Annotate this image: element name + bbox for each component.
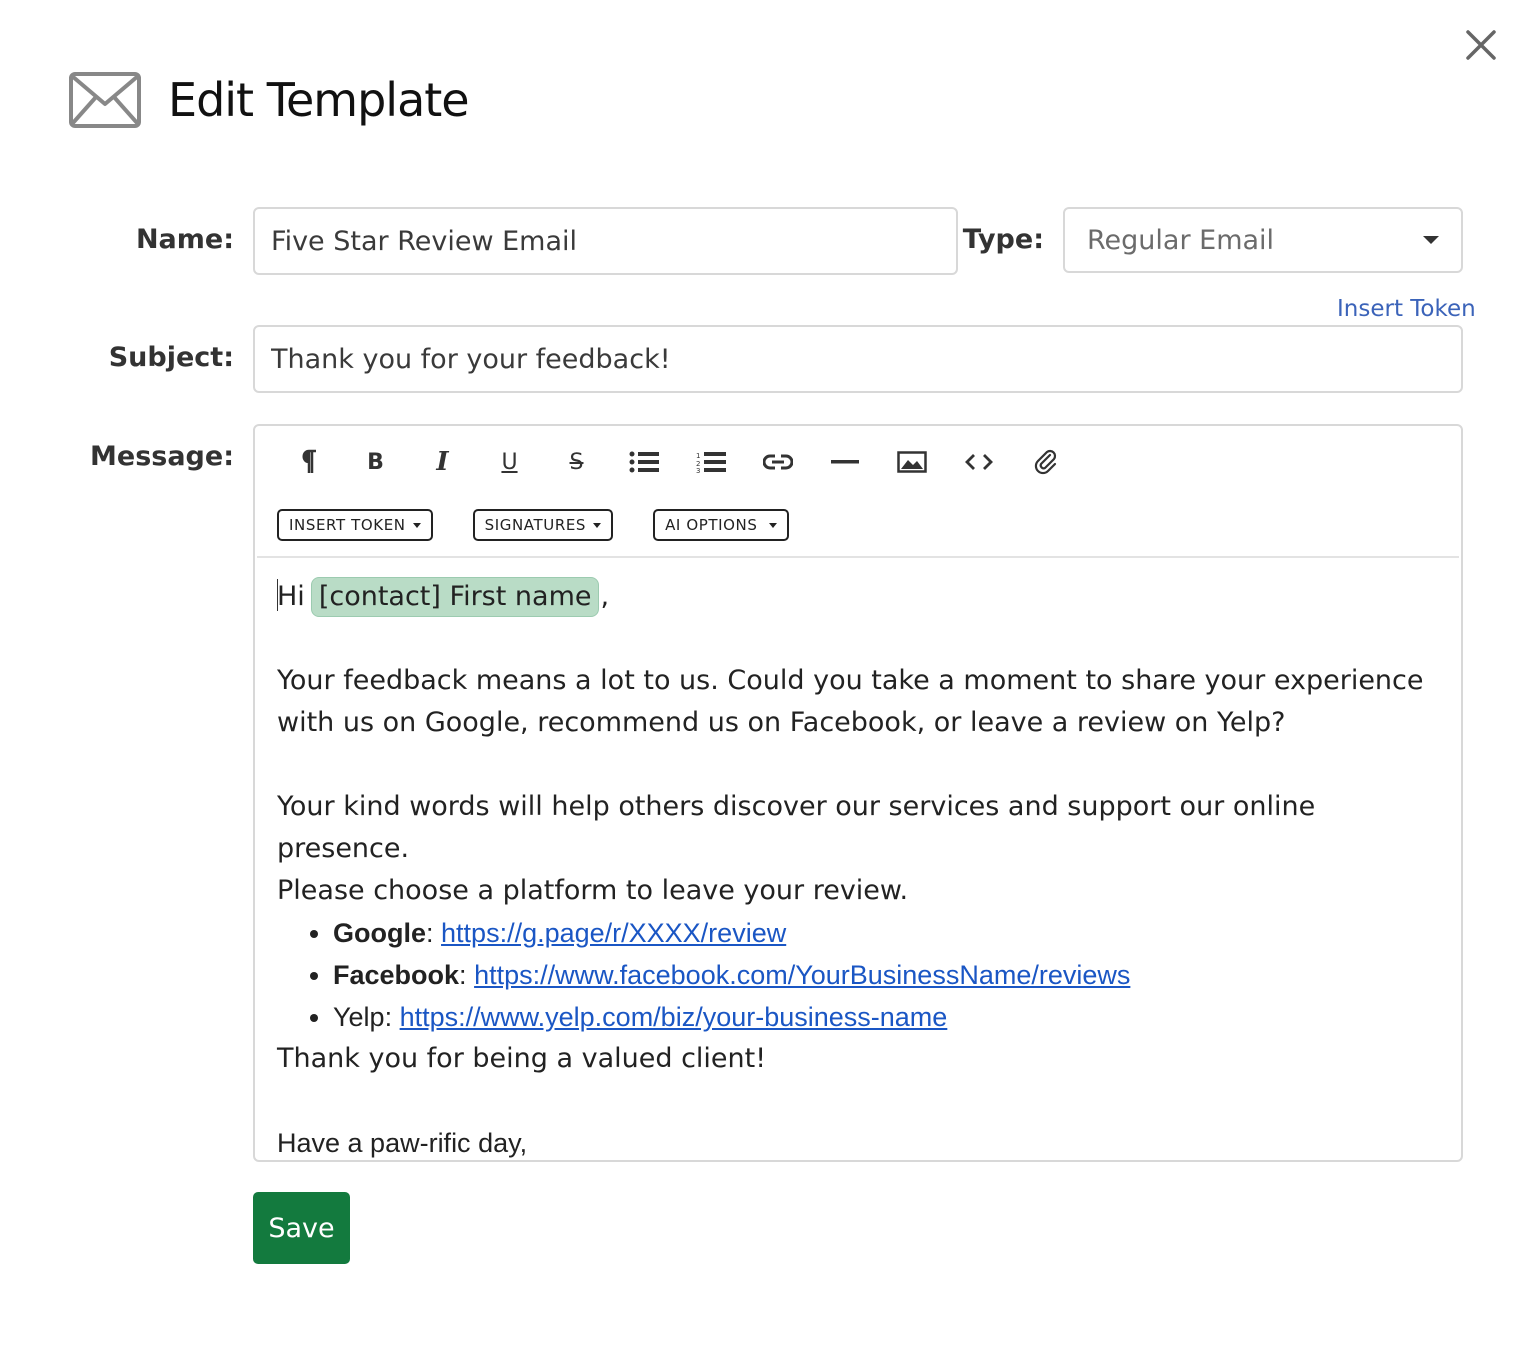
message-editor: B I U S 1 2 3 INSERT TOKEN SIGNATURES AI… [253, 424, 1463, 1162]
greeting-line: Hi [contact] First name, [277, 576, 1437, 618]
list-item: Facebook: https://www.facebook.com/YourB… [333, 954, 1437, 996]
subject-label: Subject: [108, 342, 234, 373]
edit-template-modal: Edit Template Name: Type: Regular Email … [0, 0, 1524, 1359]
horizontal-rule-icon[interactable] [811, 440, 878, 484]
signatures-dropdown-label: SIGNATURES [484, 516, 587, 534]
strikethrough-icon[interactable]: S [543, 440, 610, 484]
type-select[interactable]: Regular Email [1063, 207, 1463, 273]
message-body[interactable]: Hi [contact] First name, Your feedback me… [277, 576, 1437, 1164]
bullet-list-icon[interactable] [610, 440, 677, 484]
modal-header: Edit Template [68, 68, 470, 132]
separator: : [384, 1002, 393, 1032]
facebook-review-link[interactable]: https://www.facebook.com/YourBusinessNam… [474, 960, 1130, 990]
message-paragraph-2-line-1: Your kind words will help others discove… [277, 791, 1316, 864]
ai-options-dropdown[interactable]: AI OPTIONS [653, 509, 789, 541]
greeting-text: Hi [277, 581, 305, 612]
separator: : [426, 918, 434, 948]
type-select-value: Regular Email [1087, 224, 1275, 256]
thanks-line: Thank you for being a valued client! [277, 1043, 767, 1074]
yelp-review-link[interactable]: https://www.yelp.com/biz/your-business-n… [400, 1002, 948, 1032]
insert-token-dropdown-label: INSERT TOKEN [289, 516, 406, 534]
list-item: Yelp: https://www.yelp.com/biz/your-busi… [333, 996, 1437, 1038]
message-label: Message: [90, 441, 234, 472]
name-input[interactable] [253, 207, 958, 275]
signatures-dropdown[interactable]: SIGNATURES [472, 509, 614, 541]
svg-text:1: 1 [696, 452, 700, 460]
save-button[interactable]: Save [253, 1192, 350, 1264]
ai-options-dropdown-label: AI OPTIONS [665, 516, 758, 534]
contact-first-name-token[interactable]: [contact] First name [310, 577, 600, 617]
close-icon[interactable] [1462, 26, 1500, 64]
sign-off-line: Have a paw-rific day, [277, 1128, 528, 1158]
envelope-icon [68, 71, 142, 129]
bold-icon[interactable]: B [342, 440, 409, 484]
link-icon[interactable] [744, 440, 811, 484]
chevron-down-icon [1423, 236, 1439, 244]
caret-down-icon [412, 522, 421, 528]
page-title: Edit Template [168, 73, 470, 127]
insert-token-link[interactable]: Insert Token [1337, 296, 1476, 322]
review-links-list: Google: https://g.page/r/XXXX/review Fac… [277, 912, 1437, 1038]
platform-name: Facebook [333, 960, 460, 990]
toolbar-divider [257, 556, 1459, 558]
editor-dropdown-row: INSERT TOKEN SIGNATURES AI OPTIONS [277, 509, 829, 541]
platform-name: Google [333, 918, 426, 948]
numbered-list-icon[interactable]: 1 2 3 [677, 440, 744, 484]
caret-down-icon [593, 522, 602, 528]
subject-input[interactable] [253, 325, 1463, 393]
paragraph-icon[interactable] [275, 440, 342, 484]
insert-token-dropdown[interactable]: INSERT TOKEN [277, 509, 433, 541]
message-paragraph-1: Your feedback means a lot to us. Could y… [277, 665, 1424, 738]
image-icon[interactable] [878, 440, 945, 484]
separator: : [459, 960, 467, 990]
greeting-punctuation: , [600, 581, 610, 612]
svg-text:3: 3 [696, 467, 700, 473]
message-paragraph-2-line-2: Please choose a platform to leave your r… [277, 875, 909, 906]
code-icon[interactable] [945, 440, 1012, 484]
underline-icon[interactable]: U [476, 440, 543, 484]
google-review-link[interactable]: https://g.page/r/XXXX/review [441, 918, 786, 948]
formatting-toolbar: B I U S 1 2 3 [275, 440, 1079, 484]
attachment-icon[interactable] [1012, 440, 1079, 484]
platform-name: Yelp [333, 1002, 385, 1032]
name-label: Name: [135, 224, 234, 255]
list-item: Google: https://g.page/r/XXXX/review [333, 912, 1437, 954]
type-label: Type: [962, 224, 1044, 255]
caret-down-icon [768, 522, 777, 528]
italic-icon[interactable]: I [409, 440, 476, 484]
